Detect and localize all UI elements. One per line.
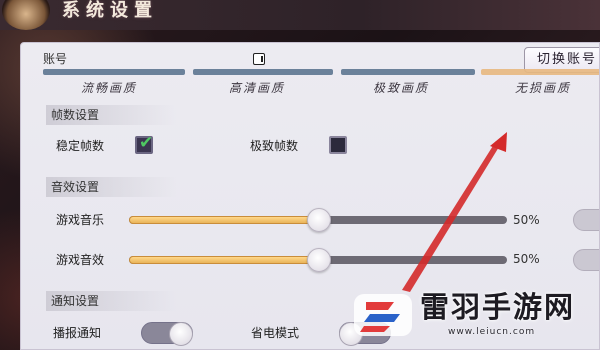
notifications-header: 通知设置 <box>46 291 176 311</box>
power-saving-toggle-knob <box>339 322 363 346</box>
game-music-mute-toggle[interactable] <box>573 209 599 231</box>
emblem-icon <box>2 0 50 30</box>
quality-option-ultra[interactable] <box>341 69 475 75</box>
game-music-slider[interactable] <box>129 208 507 232</box>
game-music-slider-fill <box>129 216 319 224</box>
watermark-url: www.leiucn.com <box>448 327 536 337</box>
game-sfx-slider[interactable] <box>129 248 507 272</box>
quality-option-lossless[interactable] <box>481 69 599 75</box>
quality-label-smooth: 流畅画质 <box>81 81 138 95</box>
stable-fps-label: 稳定帧数 <box>56 139 105 153</box>
game-sfx-label: 游戏音效 <box>56 253 105 267</box>
broadcast-notify-label: 播报通知 <box>53 326 102 340</box>
extreme-fps-checkbox[interactable] <box>329 136 347 154</box>
game-sfx-slider-thumb[interactable] <box>307 248 331 272</box>
game-sfx-mute-toggle[interactable] <box>573 249 599 271</box>
window-title: 系统设置 <box>62 0 158 21</box>
copy-account-icon[interactable] <box>253 53 265 65</box>
checkmark-icon: ✔ <box>139 133 154 153</box>
quality-option-hd[interactable] <box>193 69 333 75</box>
game-sfx-value: 50% <box>513 252 540 266</box>
frame-rate-header: 帧数设置 <box>46 105 176 125</box>
account-label: 账号 <box>43 52 68 66</box>
game-music-label: 游戏音乐 <box>56 213 105 227</box>
quality-label-lossless: 无损画质 <box>515 81 572 95</box>
game-music-slider-thumb[interactable] <box>307 208 331 232</box>
power-saving-label: 省电模式 <box>251 326 300 340</box>
quality-label-hd: 高清画质 <box>229 81 286 95</box>
game-music-value: 50% <box>513 213 540 227</box>
audio-header: 音效设置 <box>46 177 176 197</box>
watermark-brand: 雷羽手游网 <box>420 290 576 324</box>
game-sfx-slider-fill <box>129 256 319 264</box>
quality-option-smooth[interactable] <box>43 69 185 75</box>
extreme-fps-label: 极致帧数 <box>250 139 299 153</box>
title-bar: 系统设置 <box>0 0 600 30</box>
broadcast-notify-toggle-knob <box>169 322 193 346</box>
power-saving-toggle[interactable] <box>339 322 391 346</box>
quality-label-ultra: 极致画质 <box>373 81 430 95</box>
stable-fps-checkbox[interactable]: ✔ <box>135 133 154 154</box>
broadcast-notify-toggle[interactable] <box>141 322 193 346</box>
